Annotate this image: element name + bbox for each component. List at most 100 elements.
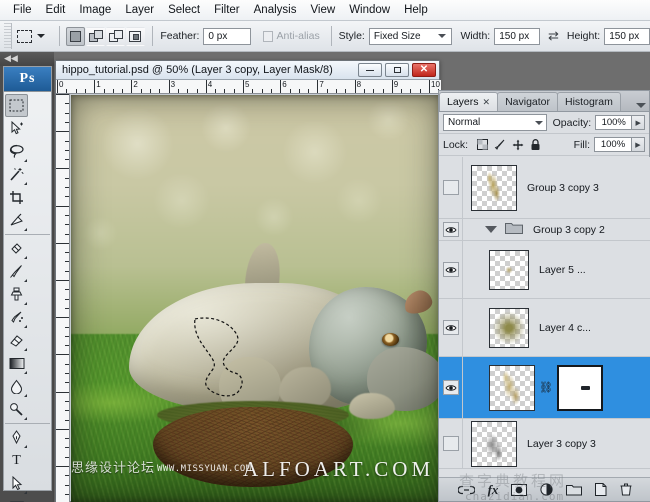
- slice-tool[interactable]: [5, 209, 28, 232]
- layer-thumbnail[interactable]: [471, 421, 517, 467]
- brush-tool[interactable]: [5, 260, 28, 283]
- image-canvas[interactable]: 思缘设计论坛 WWW.MISSYUAN.COM ALFOART.COM: [71, 95, 440, 502]
- history-brush-tool[interactable]: [5, 306, 28, 329]
- eye-icon-hidden[interactable]: [443, 180, 459, 195]
- link-chain-icon[interactable]: ⛓: [539, 383, 547, 393]
- lock-transparent-pixels-icon[interactable]: [477, 139, 488, 150]
- horizontal-ruler[interactable]: 012345678910: [56, 80, 441, 94]
- layer-thumbnail[interactable]: [489, 250, 529, 290]
- feather-input[interactable]: 0 px: [203, 28, 251, 45]
- menu-item-image[interactable]: Image: [72, 1, 118, 19]
- fill-input[interactable]: 100%: [594, 137, 632, 152]
- layer-row-selected[interactable]: ⛓: [439, 357, 650, 419]
- document-title-bar[interactable]: hippo_tutorial.psd @ 50% (Layer 3 copy, …: [56, 61, 439, 80]
- layer-thumbnail[interactable]: [471, 165, 517, 211]
- fill-stepper[interactable]: ▶: [632, 137, 645, 152]
- adjustment-layer-button[interactable]: [540, 483, 553, 496]
- lock-all-icon[interactable]: [530, 139, 541, 151]
- panel-menu-icon[interactable]: [636, 103, 646, 108]
- intersect-with-selection-button[interactable]: [126, 27, 145, 46]
- eye-icon-hidden[interactable]: [443, 436, 459, 451]
- new-group-button[interactable]: [566, 484, 582, 496]
- layer-row-layer-5[interactable]: Layer 5 ...: [439, 241, 650, 299]
- visibility-toggle[interactable]: [439, 419, 463, 468]
- menu-item-filter[interactable]: Filter: [207, 1, 247, 19]
- healing-brush-tool[interactable]: [5, 237, 28, 260]
- anti-alias-label: Anti-alias: [277, 30, 320, 42]
- triangle-down-icon[interactable]: [485, 226, 497, 233]
- minimize-icon[interactable]: [358, 63, 382, 77]
- layer-row-layer-3-copy-3[interactable]: Layer 3 copy 3: [439, 419, 650, 469]
- tab-layers[interactable]: Layers ✕: [439, 92, 498, 111]
- dodge-tool[interactable]: [5, 398, 28, 421]
- vertical-ruler[interactable]: [56, 94, 70, 502]
- menu-item-analysis[interactable]: Analysis: [247, 1, 304, 19]
- blend-mode-select[interactable]: Normal: [443, 114, 547, 131]
- menu-item-view[interactable]: View: [303, 1, 342, 19]
- rectangular-marquee-tool[interactable]: [5, 94, 28, 117]
- lock-position-icon[interactable]: [512, 139, 524, 151]
- eye-icon-visible[interactable]: [443, 380, 459, 395]
- tab-histogram[interactable]: Histogram: [557, 92, 621, 111]
- close-icon[interactable]: ✕: [483, 97, 491, 108]
- opacity-stepper[interactable]: ▶: [632, 115, 645, 130]
- layer-row-layer-4[interactable]: Layer 4 c...: [439, 299, 650, 357]
- layer-thumbnail[interactable]: [489, 365, 535, 411]
- panel-tab-bar: Layers ✕ Navigator Histogram: [439, 91, 649, 112]
- width-input[interactable]: 150 px: [494, 28, 540, 45]
- new-layer-button[interactable]: [595, 483, 607, 496]
- maximize-icon[interactable]: [385, 63, 409, 77]
- layer-thumbnail[interactable]: [489, 308, 529, 348]
- rectangular-marquee-icon[interactable]: [15, 25, 34, 47]
- lasso-tool[interactable]: [5, 140, 28, 163]
- delete-layer-button[interactable]: [620, 483, 632, 496]
- swap-dimensions-icon[interactable]: ⇄: [548, 28, 559, 44]
- lock-label: Lock:: [443, 139, 468, 151]
- layer-mask-thumbnail[interactable]: [557, 365, 603, 411]
- add-to-selection-button[interactable]: [86, 27, 105, 46]
- menu-item-edit[interactable]: Edit: [39, 1, 73, 19]
- menu-item-select[interactable]: Select: [161, 1, 207, 19]
- layer-list[interactable]: Group 3 copy 3 Group 3 copy 2: [439, 157, 650, 479]
- path-selection-tool[interactable]: [5, 472, 28, 495]
- layer-row-group-3-copy-2[interactable]: Group 3 copy 2: [439, 219, 650, 241]
- crop-tool[interactable]: [5, 186, 28, 209]
- tab-navigator[interactable]: Navigator: [497, 92, 558, 111]
- menu-item-window[interactable]: Window: [342, 1, 397, 19]
- type-tool[interactable]: T: [5, 449, 28, 472]
- style-select[interactable]: Fixed Size: [369, 28, 452, 45]
- collapse-dock-icon[interactable]: ◀◀: [0, 52, 54, 66]
- new-selection-button[interactable]: [66, 27, 85, 46]
- height-input[interactable]: 150 px: [604, 28, 650, 45]
- pen-tool[interactable]: [5, 426, 28, 449]
- eye-icon-visible[interactable]: [443, 320, 459, 335]
- rectangle-shape-tool[interactable]: [5, 495, 28, 502]
- visibility-toggle[interactable]: [439, 157, 463, 218]
- layer-style-button[interactable]: fx: [488, 482, 499, 498]
- clone-stamp-tool[interactable]: [5, 283, 28, 306]
- eye-icon-visible[interactable]: [443, 222, 459, 237]
- anti-alias-checkbox[interactable]: [263, 31, 273, 42]
- chevron-down-icon[interactable]: [37, 34, 45, 38]
- gradient-tool[interactable]: [5, 352, 28, 375]
- link-layers-button[interactable]: [458, 485, 475, 495]
- eye-icon-visible[interactable]: [443, 262, 459, 277]
- menu-item-file[interactable]: File: [6, 1, 39, 19]
- visibility-toggle[interactable]: [439, 299, 463, 356]
- options-bar-gripper[interactable]: [4, 23, 12, 49]
- visibility-toggle[interactable]: [439, 219, 463, 241]
- magic-wand-tool[interactable]: [5, 163, 28, 186]
- visibility-toggle[interactable]: [439, 241, 463, 298]
- add-mask-button[interactable]: [511, 484, 527, 496]
- move-tool[interactable]: [5, 117, 28, 140]
- visibility-toggle[interactable]: [439, 357, 463, 418]
- blur-tool[interactable]: [5, 375, 28, 398]
- opacity-input[interactable]: 100%: [595, 115, 632, 130]
- menu-item-help[interactable]: Help: [397, 1, 435, 19]
- menu-item-layer[interactable]: Layer: [118, 1, 161, 19]
- close-icon[interactable]: ✕: [412, 63, 436, 77]
- lock-image-pixels-icon[interactable]: [494, 139, 506, 151]
- subtract-from-selection-button[interactable]: [106, 27, 125, 46]
- eraser-tool[interactable]: [5, 329, 28, 352]
- layer-row-group-3-copy-3[interactable]: Group 3 copy 3: [439, 157, 650, 219]
